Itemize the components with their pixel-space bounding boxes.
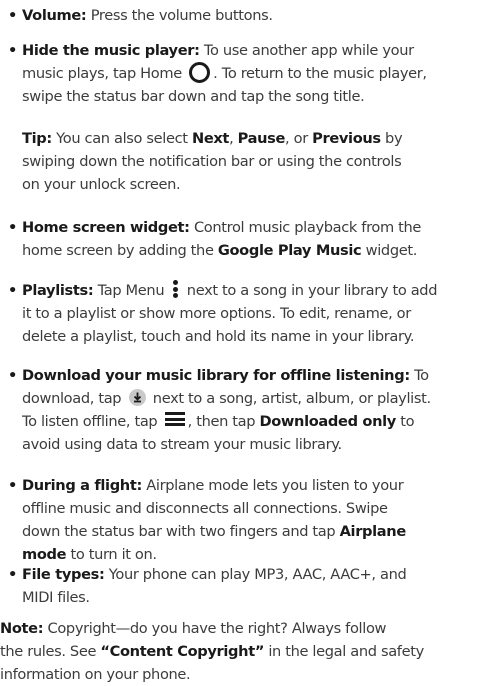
note-paragraph: Note: Copyright—do you have the right? A… [0, 620, 424, 683]
widget-label: Home screen widget: [22, 219, 190, 236]
bullet: • [8, 7, 17, 24]
content-copyright-link-text: “Content Copyright” [100, 643, 265, 660]
note-label: Note: [0, 620, 44, 637]
list-item-flight: • During a flight: Airplane mode lets yo… [8, 474, 502, 566]
list-item-volume: • Volume: Press the volume buttons. [8, 4, 502, 27]
bullet: • [8, 477, 17, 494]
downloaded-only-option: Downloaded only [259, 413, 396, 430]
music-help-page: • Volume: Press the volume buttons. • Hi… [0, 0, 503, 683]
bullet: • [8, 367, 17, 384]
playlists-label: Playlists: [22, 282, 94, 299]
hide-label: Hide the music player: [22, 42, 200, 59]
volume-text: Press the volume buttons. [86, 7, 273, 24]
download-label: Download your music library for offline … [22, 367, 410, 384]
flight-label: During a flight: [22, 477, 142, 494]
bullet: • [8, 282, 17, 299]
list-item-download: • Download your music library for offlin… [8, 364, 502, 456]
list-item-file-types: • File types: Your phone can play MP3, A… [8, 563, 502, 609]
volume-label: Volume: [22, 7, 87, 24]
home-icon [189, 61, 211, 83]
bullet: • [8, 566, 17, 583]
app-name: Google Play Music [217, 242, 362, 259]
list-item-widget: • Home screen widget: Control music play… [8, 216, 502, 262]
tip-paragraph: Tip: You can also select Next, Pause, or… [22, 130, 403, 193]
hamburger-menu-icon [164, 412, 185, 426]
bullet: • [8, 42, 17, 59]
tip-label: Tip: [22, 130, 52, 147]
download-icon [128, 388, 146, 406]
filetypes-label: File types: [22, 566, 105, 583]
list-item-hide-player: • Hide the music player: To use another … [8, 39, 502, 108]
bullet: • [8, 219, 17, 236]
list-item-playlists: • Playlists: Tap Menu next to a song in … [8, 279, 502, 348]
menu-dots-icon [172, 280, 179, 298]
